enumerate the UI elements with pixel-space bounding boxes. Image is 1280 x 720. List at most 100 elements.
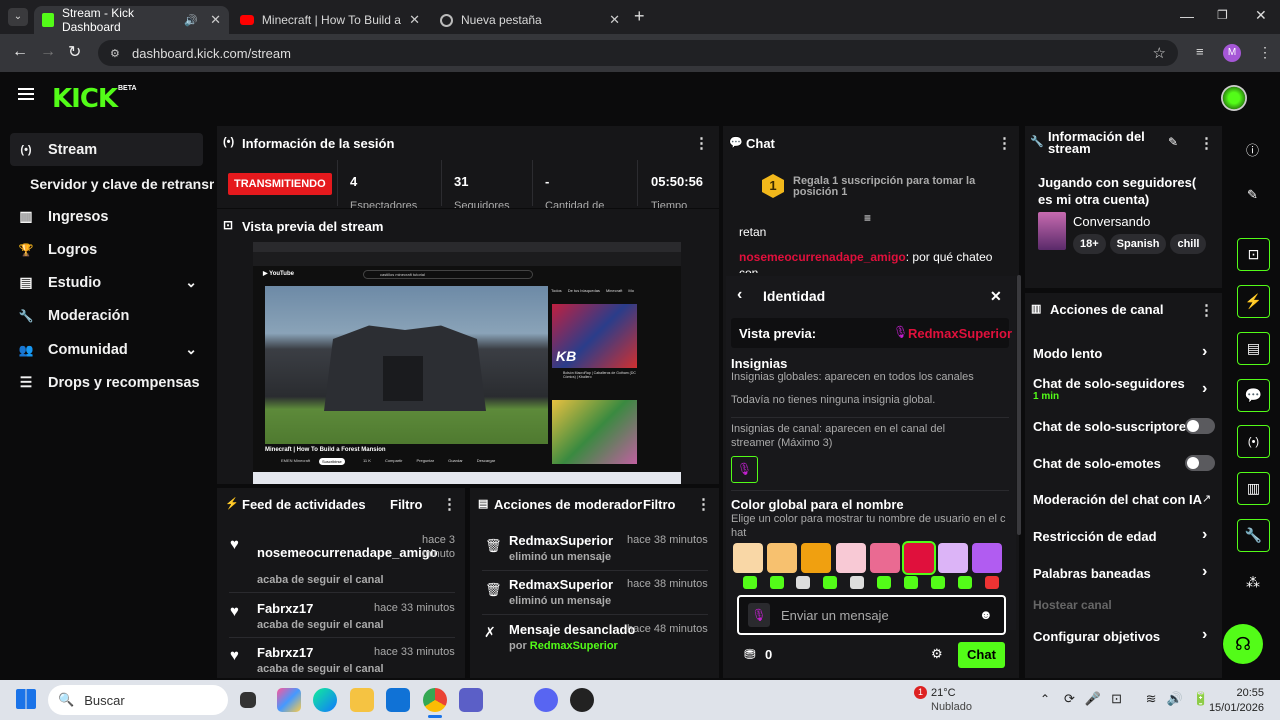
tab-new-tab[interactable]: Nueva pestaña ✕ [432,6,628,34]
document-icon[interactable]: ▤ [1237,332,1270,365]
reload-icon[interactable]: ↻ [68,42,81,62]
emote-icon[interactable] [877,576,891,589]
support-headset-button[interactable]: ☊ [1223,624,1263,664]
sidebar-item-income[interactable]: ▥ Ingresos [10,200,203,233]
pinned-toggle-icon[interactable]: ≡ [864,211,871,225]
back-icon[interactable]: ← [12,43,28,61]
discord-icon[interactable] [534,688,558,712]
emote-icon[interactable] [958,576,972,589]
info-icon[interactable]: ⓘ [1246,140,1259,159]
color-swatch[interactable] [938,543,969,573]
browser-menu-icon[interactable]: ⋮ [1258,44,1272,61]
close-icon[interactable]: ✕ [990,288,1002,305]
tray-chevron-up-icon[interactable]: ⌃ [1040,692,1050,706]
configure-goals-item[interactable]: Configurar objetivos [1033,629,1160,644]
clock-time[interactable]: 20:55 [1224,687,1264,699]
address-bar[interactable]: ⚙ dashboard.kick.com/stream ☆ [98,40,1178,66]
channel-badge-slot[interactable]: 🎙 [731,456,758,483]
slow-mode-item[interactable]: Modo lento [1033,346,1102,361]
edit-icon[interactable]: ✎ [1168,135,1178,149]
wrench-icon[interactable]: 🔧 [1237,519,1270,552]
color-swatch[interactable] [801,543,832,573]
hamburger-menu-icon[interactable] [18,88,34,100]
emote-icon[interactable] [985,576,999,589]
feed-username[interactable]: Fabrxz17 [257,645,313,660]
mod-action-user[interactable]: RedmaxSuperior [509,533,613,548]
edge-icon[interactable] [313,688,337,712]
preview-toggle-icon[interactable]: ⊡ [1237,238,1270,271]
more-options-icon[interactable]: ⋮ [1199,134,1214,152]
chevron-right-icon[interactable]: › [1202,563,1207,581]
close-tab-icon[interactable]: ✕ [210,12,221,28]
emotes-only-toggle[interactable] [1185,455,1215,471]
restore-window-icon[interactable]: ❐ [1217,8,1228,22]
copilot-icon[interactable] [277,688,301,712]
emote-icon[interactable] [850,576,864,589]
color-swatch[interactable] [902,541,936,575]
more-options-icon[interactable]: ⋮ [1199,301,1214,319]
outlook-icon[interactable] [386,688,410,712]
widgets-icon[interactable]: ⁂ [1246,574,1260,591]
user-avatar[interactable] [1221,85,1247,111]
broadcast-icon[interactable]: (•) [1237,425,1270,458]
ai-moderation-item[interactable]: Moderación del chat con IA [1033,492,1202,507]
bolt-icon[interactable]: ⚡ [1237,285,1270,318]
filter-button[interactable]: Filtro [390,497,423,512]
obs-icon[interactable] [570,688,594,712]
chevron-right-icon[interactable]: › [1202,380,1207,398]
banned-words-item[interactable]: Palabras baneadas [1033,566,1151,581]
feed-username[interactable]: Fabrxz17 [257,601,313,616]
chevron-right-icon[interactable]: › [1202,526,1207,544]
teams-icon[interactable] [459,688,483,712]
chevron-right-icon[interactable]: › [1202,626,1207,644]
emote-icon[interactable] [904,576,918,589]
tab-list-button[interactable]: ⌄ [8,8,28,26]
sidebar-item-moderation[interactable]: 🔧 Moderación [10,299,203,332]
chevron-down-icon[interactable]: ⌄ [185,341,197,358]
more-options-icon[interactable]: ⋮ [997,134,1012,152]
identity-badge-button[interactable]: 🎙 [748,603,770,627]
sidebar-item-studio[interactable]: ▤ Estudio ⌄ [10,266,203,299]
tab-minecraft[interactable]: Minecraft | How To Build a Fore ✕ [232,6,428,34]
feed-username[interactable]: nosemeocurrenadape_amigo [257,545,438,560]
back-icon[interactable]: ‹ [737,286,742,304]
audio-icon[interactable]: 🔊 [184,14,198,27]
color-swatch[interactable] [869,543,900,573]
sidebar-item-achievements[interactable]: 🏆 Logros [10,233,203,266]
sidebar-item-stream-key[interactable]: Servidor y clave de retransm [24,167,214,200]
chat-bubble-icon[interactable]: 💬 [1237,379,1270,412]
subs-only-toggle[interactable] [1185,418,1215,434]
sidebar-item-stream[interactable]: (•) Stream [10,133,203,166]
more-options-icon[interactable]: ⋮ [442,495,457,513]
bookmark-star-icon[interactable]: ☆ [1153,44,1166,62]
edit-icon[interactable]: ✎ [1247,187,1258,203]
close-tab-icon[interactable]: ✕ [409,12,420,28]
sidebar-item-drops[interactable]: ☰ Drops y recompensas [10,366,203,399]
file-explorer-icon[interactable] [350,688,374,712]
mod-action-user[interactable]: RedmaxSuperior [509,577,613,592]
category-name[interactable]: Conversando [1073,214,1150,229]
color-swatch[interactable] [767,543,798,573]
windows-start-icon[interactable] [16,689,36,709]
channel-actions-icon[interactable]: ▥ [1237,472,1270,505]
minimize-window-icon[interactable]: — [1180,8,1194,24]
chrome-icon[interactable] [423,688,447,712]
new-tab-button[interactable]: + [634,6,645,27]
external-link-icon[interactable]: ↗ [1202,492,1211,505]
emote-icon[interactable] [796,576,810,589]
stream-preview-video[interactable]: ▶ YouTube castillos minecraft tutorial M… [253,242,681,484]
chat-scrollbar[interactable] [1017,275,1021,535]
emote-icon[interactable] [823,576,837,589]
close-tab-icon[interactable]: ✕ [609,12,620,28]
followers-only-item[interactable]: Chat de solo-seguidores [1033,376,1185,391]
gift-promo-text[interactable]: Regala 1 suscripción para tomar la posic… [793,176,983,198]
tab-kick-dashboard[interactable]: Stream - Kick Dashboard 🔊 ✕ [34,6,229,34]
color-swatch[interactable] [835,543,866,573]
forward-icon[interactable]: → [40,43,56,61]
emote-icon[interactable] [743,576,757,589]
site-info-icon[interactable]: ⚙ [110,47,120,60]
profile-avatar[interactable]: M [1223,44,1241,62]
age-restriction-item[interactable]: Restricción de edad [1033,529,1157,544]
color-swatch[interactable] [972,543,1003,573]
more-options-icon[interactable]: ⋮ [696,495,711,513]
